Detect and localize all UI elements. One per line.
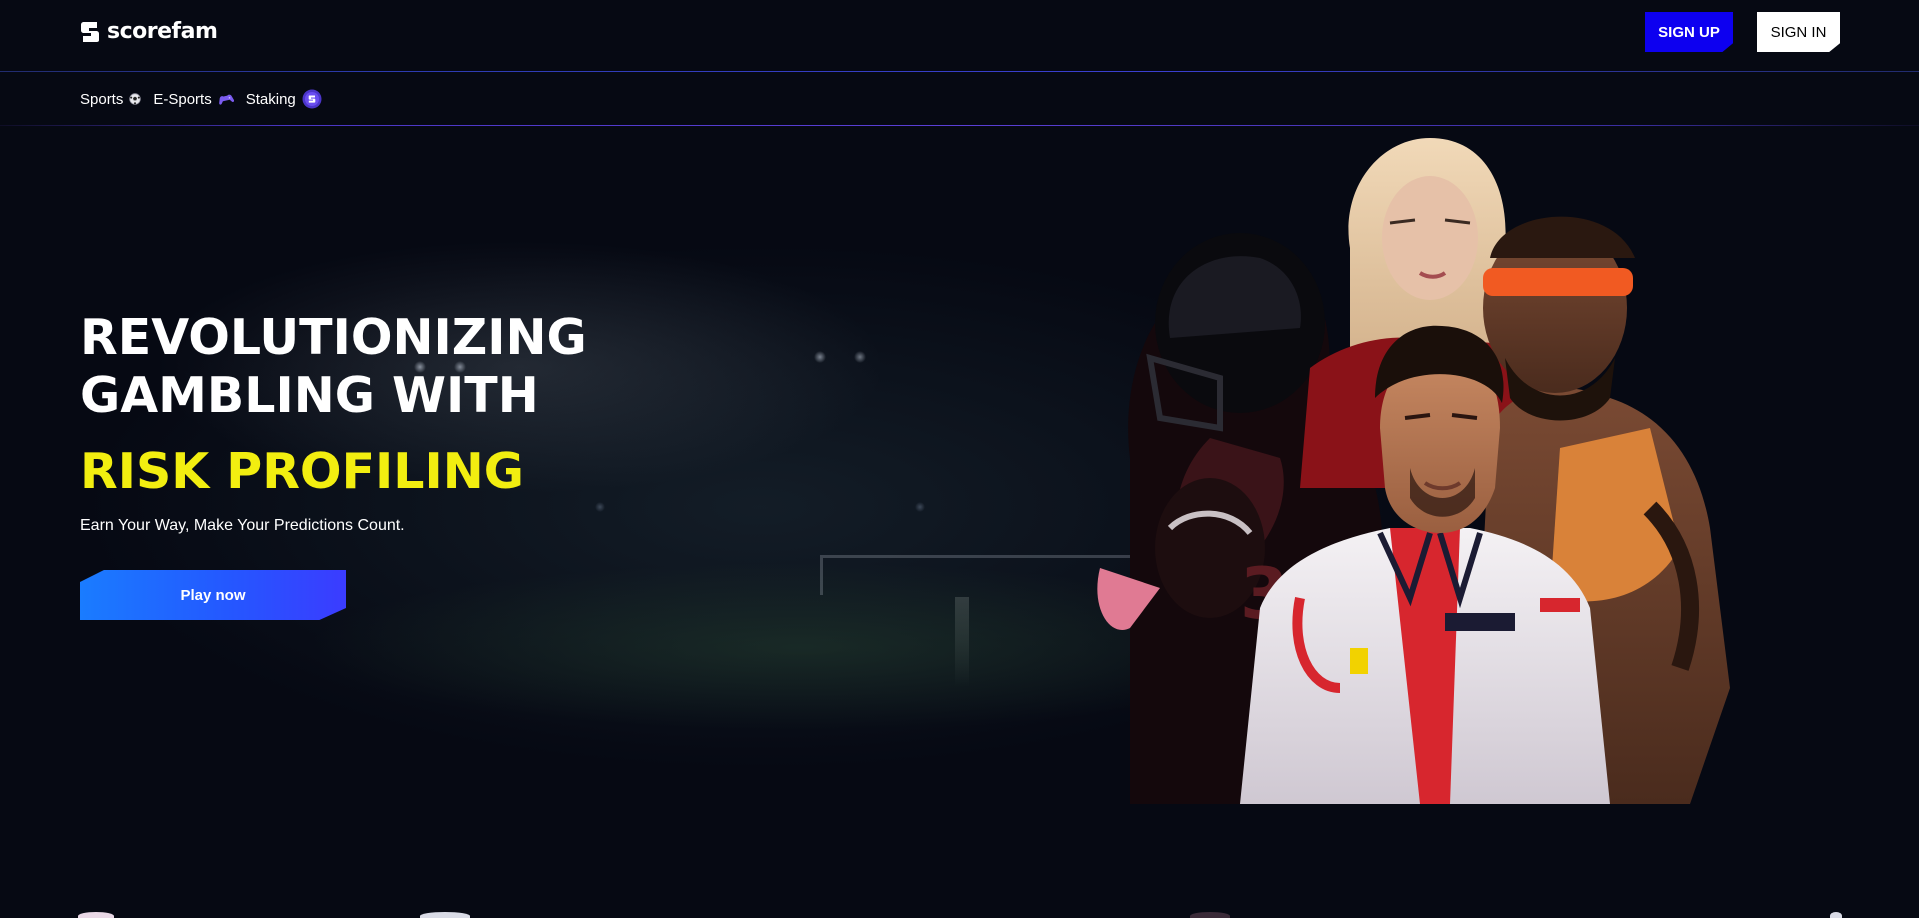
brand-logo[interactable]: scorefam (80, 19, 218, 44)
section-card-peek (1830, 912, 1842, 918)
hero-subtitle: Earn Your Way, Make Your Predictions Cou… (80, 517, 405, 534)
hero-title: REVOLUTIONIZING GAMBLING WITH (80, 309, 587, 424)
section-card-peek (1190, 912, 1230, 918)
athletes-illustration: 3 (1097, 138, 1730, 804)
soccer-ball-icon (129, 93, 142, 105)
staking-coin-icon (302, 89, 322, 109)
play-now-button[interactable]: Play now (80, 570, 346, 620)
landing-page: scorefam SIGN UP SIGN IN Sports E-Sports (0, 0, 1919, 918)
sign-up-button[interactable]: SIGN UP (1645, 12, 1733, 52)
hero-highlight: RISK PROFILING (80, 443, 524, 500)
nav-item-staking[interactable]: Staking (246, 89, 322, 109)
scorefam-logo-icon (81, 21, 99, 42)
nav-item-esports[interactable]: E-Sports (153, 90, 234, 108)
brand-name: scorefam (107, 19, 218, 44)
nav-item-sports[interactable]: Sports (80, 90, 142, 108)
field-line-decoration (955, 597, 969, 687)
next-section-preview (0, 880, 1919, 918)
nav-item-label: Staking (245, 90, 296, 108)
section-card-peek (78, 912, 114, 918)
gamepad-icon (218, 94, 234, 105)
category-nav-links: Sports E-Sports Staking (80, 89, 322, 109)
nav-item-label: Sports (80, 90, 124, 108)
nav-item-label: E-Sports (153, 90, 212, 108)
section-card-peek (420, 912, 470, 918)
category-nav: Sports E-Sports Staking (0, 73, 1919, 126)
sign-in-button[interactable]: SIGN IN (1757, 12, 1840, 52)
top-header: scorefam SIGN UP SIGN IN (0, 0, 1919, 72)
